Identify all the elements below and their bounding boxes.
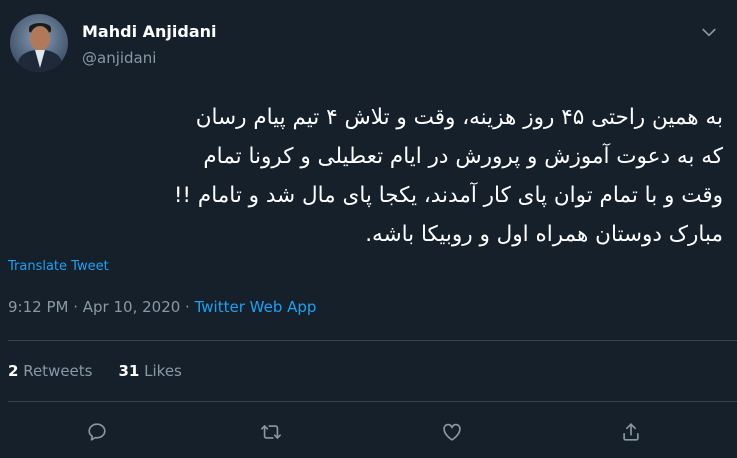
- retweets-count: 2: [8, 362, 19, 380]
- share-icon: [623, 423, 639, 441]
- tweet-stats: 2 Retweets 31 Likes: [8, 362, 182, 380]
- divider: [8, 340, 737, 341]
- meta-separator: ·: [180, 298, 195, 316]
- author-name[interactable]: Mahdi Anjidani: [82, 22, 216, 41]
- tweet-actions: [0, 418, 737, 446]
- retweet-button[interactable]: [257, 418, 285, 446]
- chevron-down-icon[interactable]: [699, 22, 719, 42]
- translate-tweet-link[interactable]: Translate Tweet: [8, 259, 109, 274]
- tweet-line: به همین راحتی ۴۵ روز هزینه، وقت و تلاش ۴…: [195, 105, 723, 130]
- avatar[interactable]: [10, 14, 68, 72]
- retweet-icon: [261, 425, 281, 439]
- like-icon: [443, 423, 461, 441]
- tweet-line: مبارک دوستان همراه اول و روبیکا باشه.: [365, 222, 723, 247]
- tweet-text: به همین راحتی ۴۵ روز هزینه، وقت و تلاش ۴…: [8, 98, 723, 254]
- like-button[interactable]: [438, 418, 466, 446]
- tweet-time[interactable]: 9:12 PM: [8, 298, 68, 316]
- tweet-date[interactable]: Apr 10, 2020: [83, 298, 181, 316]
- likes-stat[interactable]: 31 Likes: [119, 362, 182, 380]
- reply-icon: [88, 423, 106, 441]
- divider: [8, 401, 737, 402]
- retweets-label: Retweets: [18, 362, 93, 380]
- avatar-face: [30, 26, 50, 50]
- tweet-meta: 9:12 PM · Apr 10, 2020 · Twitter Web App: [8, 298, 316, 316]
- reply-button[interactable]: [83, 418, 111, 446]
- tweet-line: که به دعوت آموزش و پرورش در ایام تعطیلی …: [203, 144, 723, 169]
- share-button[interactable]: [617, 418, 645, 446]
- likes-count: 31: [118, 362, 140, 380]
- author-handle[interactable]: @anjidani: [82, 49, 156, 67]
- tweet-line: وقت و با تمام توان پای کار آمدند، یکجا پ…: [173, 183, 723, 208]
- retweets-stat[interactable]: 2 Retweets: [8, 362, 93, 380]
- tweet-source-app[interactable]: Twitter Web App: [195, 298, 317, 316]
- likes-label: Likes: [139, 362, 182, 380]
- meta-separator: ·: [68, 298, 83, 316]
